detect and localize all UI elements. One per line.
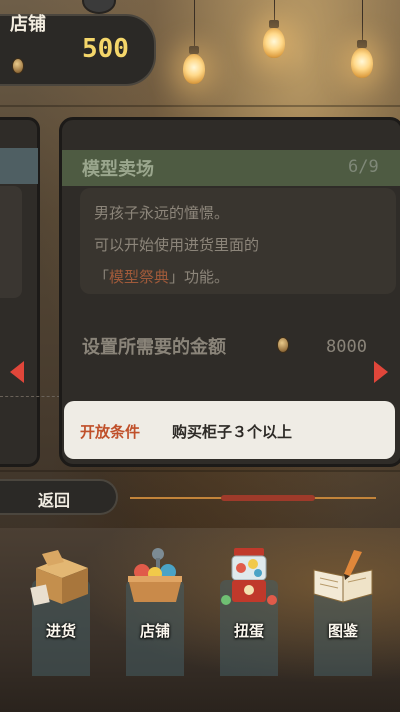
prev-arrow-icon[interactable] (10, 361, 24, 383)
nav-item-shop[interactable]: 店铺 (116, 546, 184, 676)
nav-label: 进货 (45, 622, 76, 640)
gacha-machine-icon (216, 546, 282, 608)
bulb-cap (189, 46, 199, 54)
wall-plank (0, 470, 400, 472)
description-line: 男孩子永远的憧憬。 (94, 204, 230, 222)
condition-text: 购买柜子３个以上 (172, 423, 293, 441)
light-bulb-icon (183, 54, 205, 84)
bulb-cap (269, 20, 279, 28)
nav-label: 图鉴 (327, 622, 358, 640)
requirement-label: 设置所需要的金额 (82, 337, 226, 358)
nav-item-stock[interactable]: 进货 (22, 546, 90, 676)
back-button-label: 返回 (38, 491, 71, 510)
coin-icon (12, 58, 24, 74)
shop-label: 店铺 (10, 14, 46, 35)
page-progress-thumb[interactable] (221, 495, 316, 501)
description-highlight: 模型祭典 (109, 268, 170, 286)
description-bracket-open: 「 (94, 268, 110, 286)
nav-item-collection[interactable]: 图鉴 (304, 546, 373, 676)
bulb-cap (357, 40, 367, 48)
requirement-value: 8000 (326, 337, 367, 357)
coin-icon (277, 337, 289, 353)
box-icon (28, 546, 94, 608)
previous-card-title-bar (0, 148, 38, 184)
light-bulb-icon (263, 28, 285, 58)
description-line: 可以开始使用进货里面的 (94, 236, 260, 254)
toy-basket-icon (122, 546, 188, 608)
nav-label: 店铺 (139, 622, 170, 640)
book-icon (310, 546, 376, 608)
nav-label: 扭蛋 (233, 622, 264, 640)
divider (0, 396, 60, 397)
description-line: 「模型祭典」功能。 (94, 266, 229, 287)
wall-plank (0, 105, 400, 107)
card-title: 模型卖场 (82, 159, 154, 180)
nav-item-gacha[interactable]: 扭蛋 (210, 546, 278, 676)
condition-label: 开放条件 (80, 423, 141, 441)
card-count: 6/9 (348, 157, 379, 177)
bulb-wire (194, 0, 195, 48)
money-amount: 500 (82, 34, 129, 64)
bulb-wire (274, 0, 275, 22)
bulb-wire (362, 0, 363, 42)
description-tail: 」功能。 (169, 268, 230, 286)
previous-card-desc (0, 186, 22, 298)
light-bulb-icon (351, 48, 373, 78)
next-arrow-icon[interactable] (374, 361, 388, 383)
